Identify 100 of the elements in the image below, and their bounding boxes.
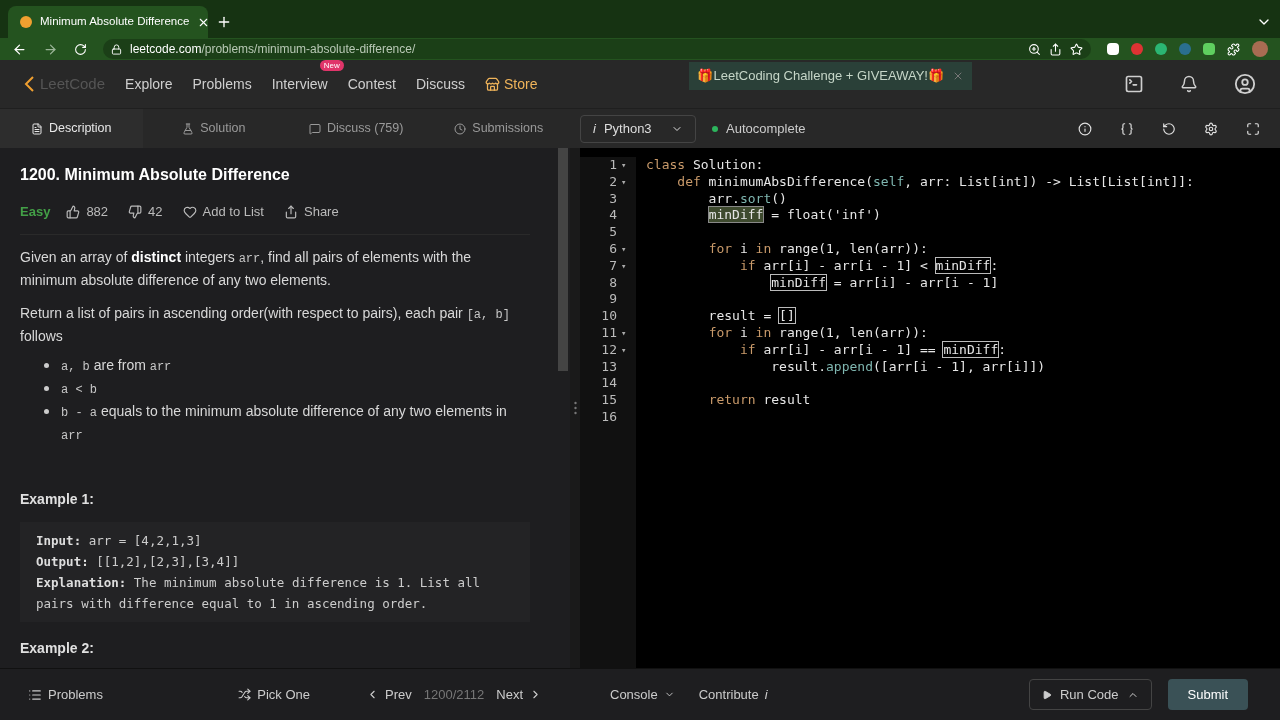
- fullscreen-icon[interactable]: [1246, 121, 1260, 136]
- play-icon: [1042, 689, 1052, 700]
- line-number: 9: [609, 291, 617, 309]
- notification-bell-icon[interactable]: [1180, 75, 1198, 93]
- code-line: class Solution:: [646, 157, 765, 174]
- contribute-button[interactable]: Contribute i: [698, 684, 768, 705]
- leetcode-logo-icon: [20, 16, 32, 28]
- prev-button[interactable]: Prev: [358, 678, 420, 711]
- extension-icon[interactable]: [1107, 43, 1119, 55]
- user-avatar-icon[interactable]: [1234, 73, 1256, 95]
- nav-link[interactable]: Discuss: [415, 75, 465, 92]
- share-icon[interactable]: [1049, 42, 1062, 56]
- dislike-button[interactable]: 42: [128, 201, 163, 222]
- document-icon: [31, 122, 43, 135]
- code-line: result.append([arr[i - 1], arr[i]]): [770, 358, 1047, 376]
- browser-tab[interactable]: Minimum Absolute Difference: [8, 6, 208, 38]
- example-line: Explanation: The minimum absolute difference is 1. List all pairs with difference equal to 1 in ascending order.: [36, 574, 482, 613]
- line-number: 15: [601, 392, 617, 409]
- bullet-icon: [44, 363, 49, 368]
- forward-icon[interactable]: [43, 41, 58, 57]
- example-heading: Example 1:: [20, 490, 95, 509]
- line-number: 4: [609, 207, 617, 225]
- list-icon: [28, 687, 42, 702]
- extensions-icon[interactable]: [1227, 42, 1240, 56]
- code-line: minDiff = float('inf'): [707, 207, 882, 225]
- problem-title: 1200. Minimum Absolute Difference: [20, 165, 291, 185]
- share-button[interactable]: Share: [284, 201, 339, 222]
- bullet-icon: [44, 409, 49, 414]
- extension-icon[interactable]: [1203, 43, 1215, 55]
- zoom-icon[interactable]: [1028, 42, 1041, 56]
- next-button[interactable]: Next: [488, 678, 550, 711]
- line-number: 13: [601, 358, 617, 376]
- console-button[interactable]: Console: [610, 684, 675, 705]
- code-line: if arr[i] - arr[i - 1] == minDiff:: [738, 341, 1008, 359]
- thumbs-up-icon: [66, 204, 81, 219]
- chat-icon: [309, 122, 322, 135]
- heart-icon: [182, 204, 197, 219]
- example-heading: Example 2:: [20, 639, 95, 658]
- fold-arrow[interactable]: ▾: [621, 324, 628, 342]
- braces-icon[interactable]: [1120, 121, 1134, 136]
- code-line: result = []: [707, 308, 796, 325]
- splitter-handle-icon[interactable]: [573, 401, 577, 415]
- like-button[interactable]: 882: [66, 201, 109, 222]
- problems-button[interactable]: Problems: [20, 678, 111, 711]
- line-number: 5: [609, 224, 617, 241]
- line-number: 7: [609, 257, 617, 275]
- new-tab-icon[interactable]: [216, 14, 232, 30]
- language-select[interactable]: i Python3: [580, 114, 696, 143]
- back-icon[interactable]: [12, 41, 27, 57]
- autocomplete-toggle[interactable]: Autocomplete: [712, 118, 806, 139]
- difficulty-label: Easy: [20, 203, 51, 221]
- code-line: for i in range(1, len(arr)):: [707, 324, 929, 342]
- problem-counter: 1200/2112: [423, 685, 485, 704]
- line-number: 8: [609, 274, 617, 292]
- terminal-icon[interactable]: [1124, 74, 1144, 94]
- problem-tab[interactable]: Solution: [142, 108, 285, 149]
- nav-link[interactable]: Contest: [347, 75, 396, 92]
- thumbs-down-icon: [128, 204, 143, 219]
- example-line: Output: [[1,2],[2,3],[3,4]]: [36, 553, 241, 571]
- address-field[interactable]: leetcode.com/problems/minimum-absolute-difference/: [103, 39, 1091, 59]
- reset-icon[interactable]: [1162, 121, 1176, 136]
- nav-link[interactable]: Problems: [192, 75, 252, 92]
- nav-link[interactable]: Explore: [125, 75, 173, 92]
- reload-icon[interactable]: [74, 42, 87, 56]
- fold-arrow[interactable]: ▾: [621, 173, 628, 191]
- url-text: leetcode.com/problems/minimum-absolute-difference/: [130, 41, 417, 58]
- clock-icon: [454, 122, 467, 135]
- fold-arrow[interactable]: ▾: [621, 341, 628, 359]
- new-badge: New: [319, 59, 344, 71]
- bullet-icon: [44, 386, 49, 391]
- code-line: return result: [707, 392, 812, 409]
- bookmark-star-icon[interactable]: [1070, 42, 1083, 56]
- line-number: 16: [601, 408, 617, 426]
- description-paragraph: Return a list of pairs in ascending order(with respect to pairs), each pair [a, b] follows: [20, 304, 511, 346]
- giveaway-banner[interactable]: 🎁LeetCoding Challenge + GIVEAWAY!🎁: [689, 62, 972, 90]
- bullet-text: a < b: [61, 382, 97, 399]
- example-line: Input: arr = [4,2,1,3]: [36, 532, 203, 550]
- code-line: minDiff = arr[i] - arr[i - 1]: [770, 274, 1000, 292]
- store-icon: [484, 76, 500, 92]
- line-number: 1: [609, 157, 617, 174]
- share-icon: [284, 204, 298, 219]
- fold-arrow[interactable]: ▾: [621, 241, 628, 258]
- add-to-list-button[interactable]: Add to List: [182, 201, 264, 222]
- line-number: 6: [609, 241, 617, 258]
- nav-link[interactable]: Interview: [271, 75, 328, 92]
- problem-tab[interactable]: Description: [0, 108, 143, 149]
- info-icon[interactable]: [1078, 121, 1092, 136]
- problem-tab[interactable]: Discuss (759): [285, 108, 428, 149]
- line-number: 3: [609, 190, 617, 208]
- settings-icon[interactable]: [1204, 121, 1218, 136]
- fold-arrow[interactable]: ▾: [621, 257, 628, 275]
- code-line: def minimumAbsDifference(self, arr: List[int]) -> List[List[int]]:: [676, 173, 1194, 191]
- code-line: for i in range(1, len(arr)):: [707, 241, 929, 258]
- problem-tab[interactable]: Submissions: [427, 108, 570, 149]
- submit-button[interactable]: Submit: [1167, 679, 1248, 710]
- pick-one-button[interactable]: Pick One: [230, 678, 319, 711]
- fold-arrow[interactable]: ▾: [621, 157, 628, 174]
- store-link[interactable]: Store: [484, 73, 538, 95]
- bullet-text: b - a equals to the minimum absolute difference of any two elements in arr: [61, 402, 508, 445]
- run-code-button[interactable]: Run Code: [1029, 679, 1152, 710]
